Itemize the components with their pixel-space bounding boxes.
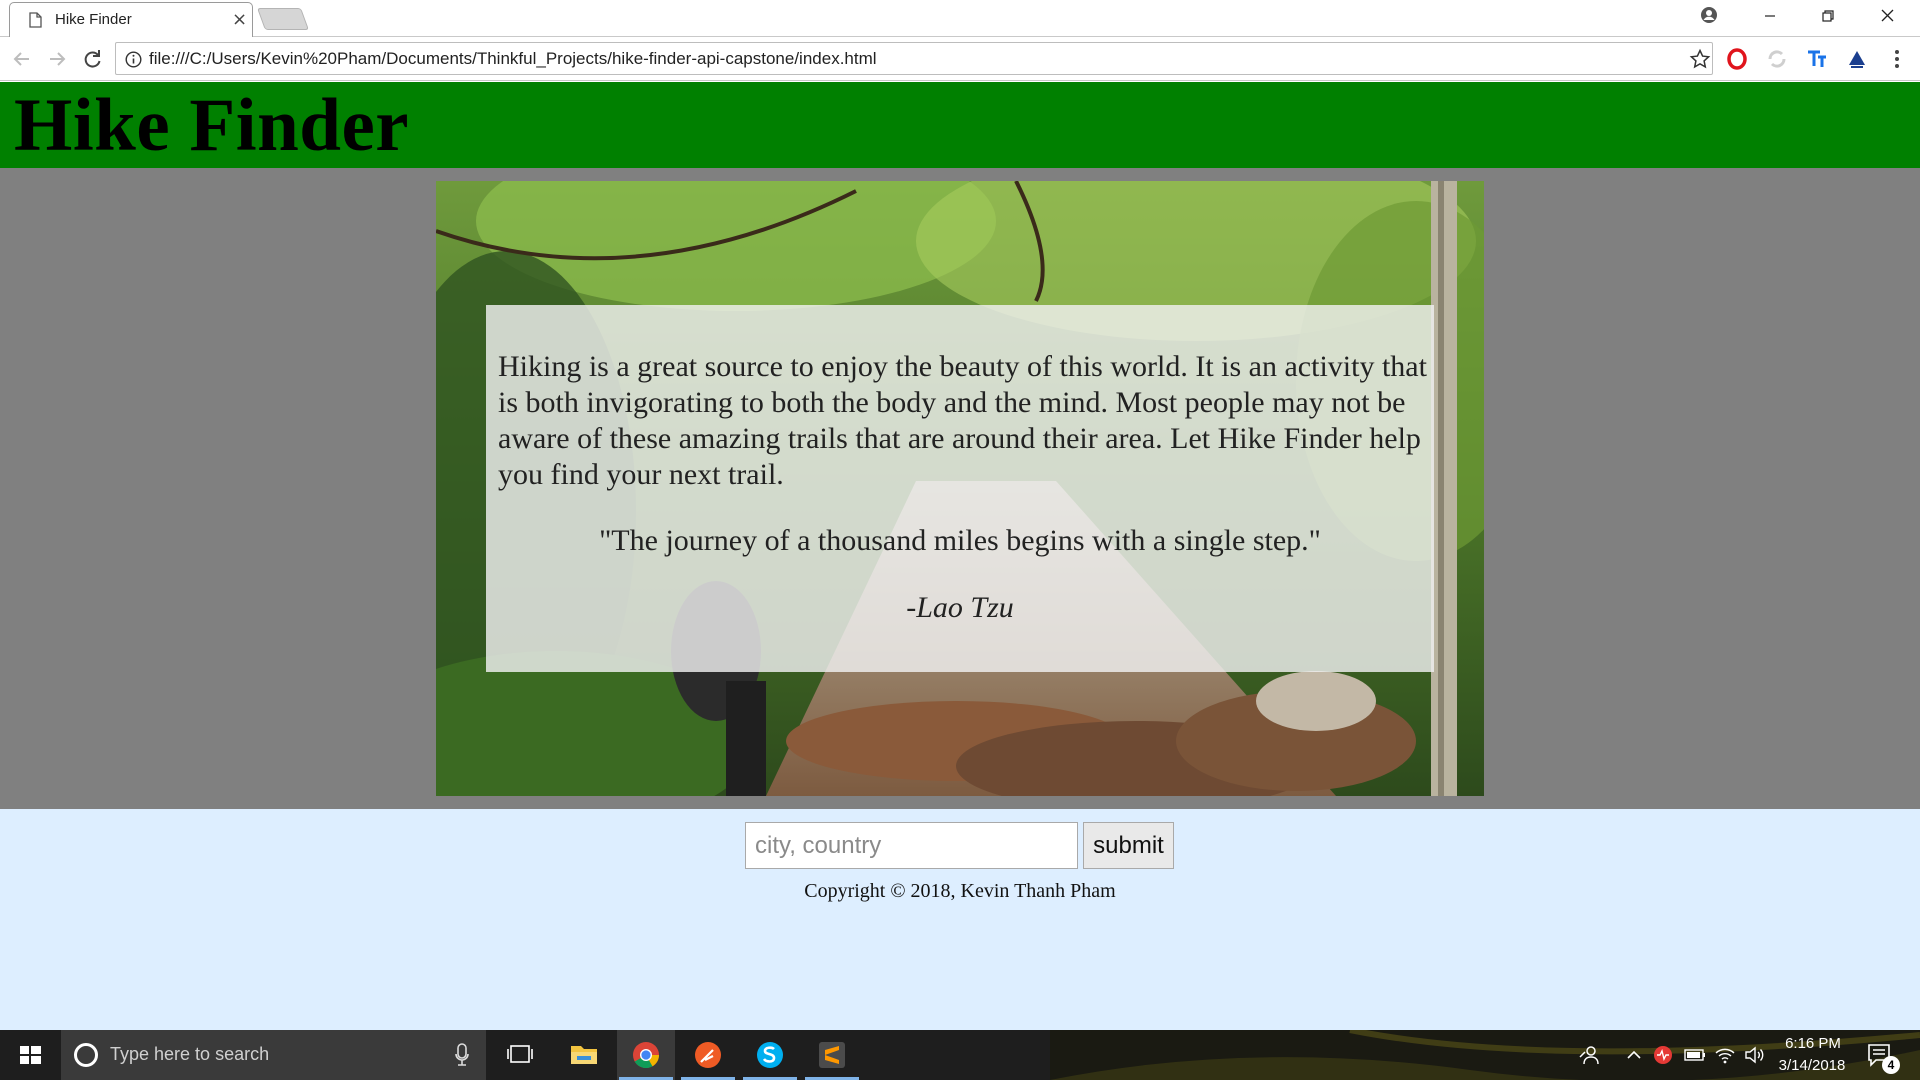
- hero-image: Hiking is a great source to enjoy the be…: [436, 181, 1484, 796]
- sublime-text-icon: [819, 1042, 845, 1068]
- cortana-icon[interactable]: [74, 1043, 98, 1067]
- wifi-icon[interactable]: [1714, 1045, 1736, 1065]
- postman-icon: [695, 1042, 721, 1068]
- drive-extension-icon[interactable]: [1846, 48, 1868, 70]
- back-arrow-icon[interactable]: [10, 47, 34, 71]
- kebab-menu-icon[interactable]: [1886, 48, 1908, 70]
- folder-icon: [571, 1046, 597, 1064]
- notification-count-badge: 4: [1882, 1056, 1900, 1074]
- document-icon: [29, 12, 42, 28]
- web-page: Hike Finder Hiking is a great source to …: [0, 82, 1920, 1030]
- opera-extension-icon[interactable]: [1726, 48, 1748, 70]
- skype-taskbar-button[interactable]: [741, 1030, 799, 1080]
- page-title: Hike Finder: [14, 84, 410, 167]
- chrome-taskbar-button[interactable]: [617, 1030, 675, 1080]
- people-icon[interactable]: [1578, 1045, 1600, 1065]
- location-search-input[interactable]: [745, 822, 1078, 869]
- tab-hike-finder[interactable]: Hike Finder ×: [9, 2, 253, 38]
- taskbar-search-placeholder: Type here to search: [110, 1044, 270, 1064]
- search-section: submit Copyright © 2018, Kevin Thanh Pha…: [0, 809, 1920, 1030]
- browser-tab-strip: Hike Finder ×: [0, 0, 1920, 38]
- intro-paragraph: Hiking is a great source to enjoy the be…: [498, 350, 1427, 491]
- chevron-up-icon[interactable]: [1626, 1045, 1642, 1065]
- windows-taskbar: Type here to search 6:16 PM 3/14/2018 4: [0, 1030, 1920, 1080]
- submit-button[interactable]: submit: [1083, 822, 1174, 869]
- minimize-button[interactable]: [1745, 4, 1795, 30]
- tab-title: Hike Finder: [55, 11, 132, 28]
- close-window-button[interactable]: [1862, 4, 1912, 30]
- battery-icon[interactable]: [1684, 1045, 1706, 1065]
- forward-arrow-icon[interactable]: [45, 47, 69, 71]
- task-view-icon: [507, 1045, 533, 1063]
- site-header: Hike Finder: [0, 82, 1920, 168]
- tab-close-icon[interactable]: ×: [232, 9, 247, 30]
- sync-extension-icon[interactable]: [1766, 48, 1788, 70]
- new-tab-button[interactable]: [256, 8, 310, 30]
- restore-icon: [1822, 10, 1834, 22]
- star-icon[interactable]: [1689, 48, 1711, 70]
- task-view-button[interactable]: [491, 1030, 549, 1080]
- clock-date[interactable]: 3/14/2018: [1771, 1057, 1853, 1074]
- taskbar-search-box[interactable]: Type here to search: [61, 1030, 486, 1080]
- close-icon: [1881, 9, 1893, 22]
- url-text[interactable]: file:///C:/Users/Kevin%20Pham/Documents/…: [149, 49, 877, 69]
- file-explorer-button[interactable]: [555, 1030, 613, 1080]
- restore-button[interactable]: [1803, 4, 1853, 30]
- reload-icon[interactable]: [80, 47, 104, 71]
- address-bar[interactable]: file:///C:/Users/Kevin%20Pham/Documents/…: [115, 42, 1713, 75]
- copyright-text: Copyright © 2018, Kevin Thanh Pham: [804, 880, 1116, 902]
- windows-start-icon[interactable]: [0, 1030, 60, 1080]
- profile-icon[interactable]: [1700, 6, 1718, 24]
- skype-icon: [757, 1042, 783, 1068]
- quote-box: Hiking is a great source to enjoy the be…: [486, 305, 1434, 672]
- clock-time[interactable]: 6:16 PM: [1778, 1035, 1848, 1052]
- chrome-icon: [633, 1042, 660, 1069]
- volume-icon[interactable]: [1744, 1045, 1766, 1065]
- postman-taskbar-button[interactable]: [679, 1030, 737, 1080]
- translate-extension-icon[interactable]: [1806, 48, 1828, 70]
- browser-toolbar: file:///C:/Users/Kevin%20Pham/Documents/…: [0, 37, 1920, 81]
- quote-author: -Lao Tzu: [906, 591, 1014, 624]
- quote-text: "The journey of a thousand miles begins …: [599, 524, 1321, 557]
- microphone-icon[interactable]: [455, 1043, 469, 1067]
- minimize-icon: [1765, 15, 1775, 17]
- sublime-taskbar-button[interactable]: [803, 1030, 861, 1080]
- info-icon[interactable]: [125, 51, 142, 68]
- security-tray-icon[interactable]: [1653, 1045, 1673, 1065]
